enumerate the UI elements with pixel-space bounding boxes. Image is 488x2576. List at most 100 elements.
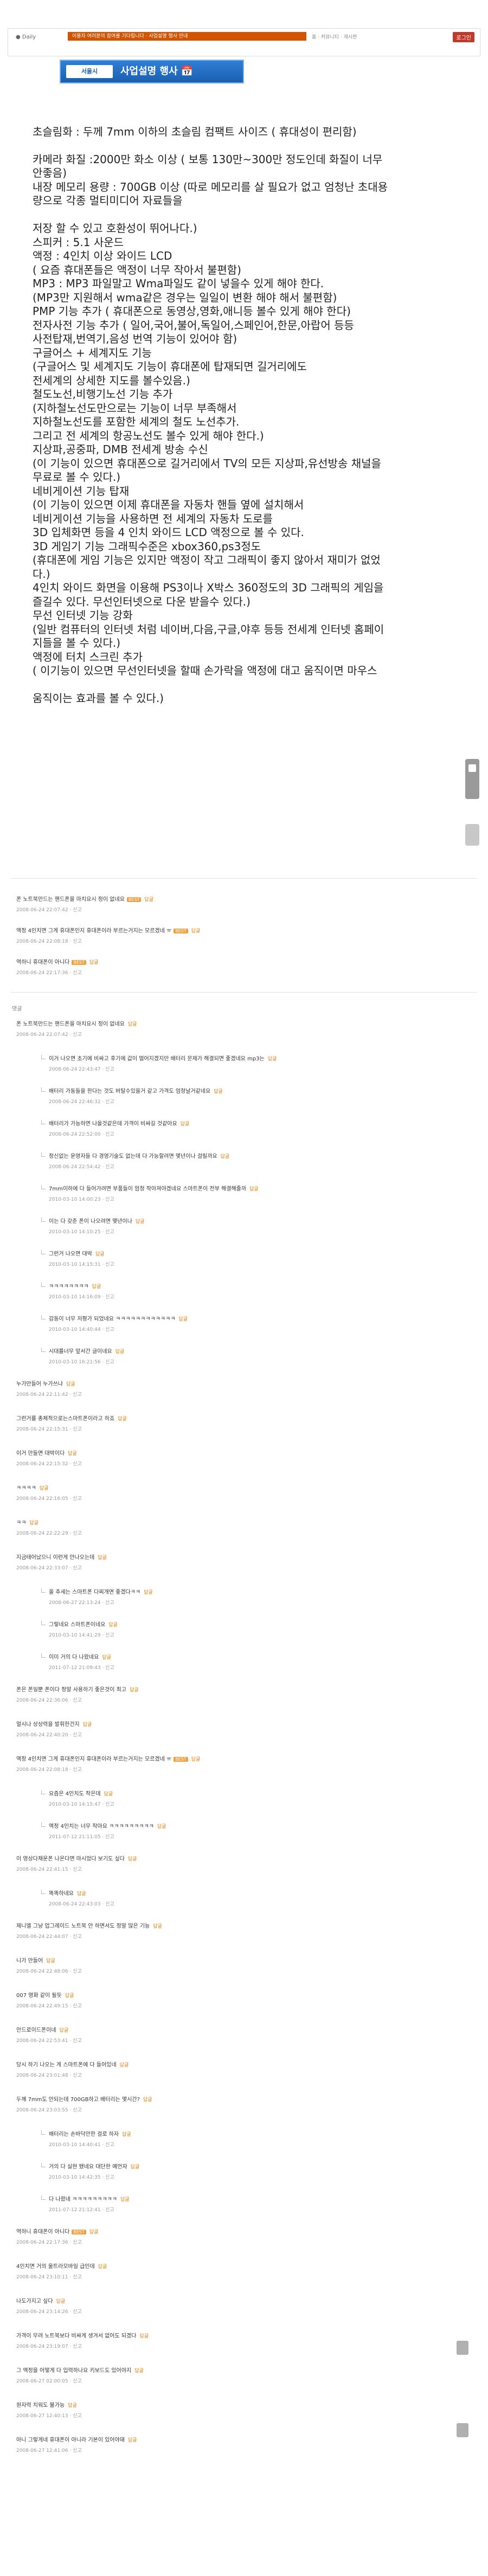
comment-meta: 2008-06-24 22:17:36 · 신고: [16, 2240, 82, 2245]
comment-body: 안드로이드폰이네: [16, 2027, 56, 2033]
reply-link[interactable]: 답글: [120, 2063, 129, 2068]
comment-text: 시대를너무 앞서간 글이네요 답글: [49, 1347, 472, 1355]
reply-link[interactable]: 답글: [143, 2097, 152, 2103]
reply-link[interactable]: 답글: [120, 2197, 130, 2203]
comment-meta: 2008-06-24 22:43:03 · 신고: [49, 1902, 114, 1907]
comment-text: 그런거를 총체적으로는스마트폰이라고 하죠 답글: [16, 1414, 472, 1422]
reply-link[interactable]: 답글: [179, 1317, 188, 1322]
comment-item: 가격이 무려 노트북보다 비싸게 생겨서 없어도 되겠다 답글 2008-06-24…: [16, 2331, 472, 2349]
reply-link[interactable]: 답글: [89, 2230, 99, 2235]
post-line: (휴대폰에 게임 기능은 있지만 액정이 작고 그래픽이 좋지 않아서 재미가 …: [33, 553, 381, 566]
reply-link[interactable]: 답글: [181, 1122, 190, 1127]
comment-meta: 2008-06-24 22:15:32 · 신고: [16, 1461, 82, 1467]
comment-body: 아니 그렇게네 휴대폰이 아니라 기본이 있어야돼: [16, 2437, 125, 2443]
side-menu-button[interactable]: [465, 824, 479, 846]
comment-item: 액정 4인치면 그게 휴대폰인지 휴대폰이라 부르는거지는 모르겠네 ㅠ BEST…: [16, 1754, 472, 1773]
reply-link[interactable]: 답글: [131, 2165, 140, 2170]
reply-link[interactable]: 답글: [98, 1555, 107, 1561]
login-button[interactable]: 로그인: [453, 32, 474, 42]
reply-link[interactable]: 답글: [139, 2334, 149, 2339]
comment-body: 누가만들어 누가쓰냐: [16, 1381, 63, 1387]
reply-link[interactable]: 답글: [65, 1993, 74, 1999]
best-badge: BEST: [174, 929, 188, 933]
reply-link[interactable]: 답글: [134, 2368, 144, 2374]
reply-item: 똑똑하네요 답글 2008-06-24 22:43:03 · 신고: [41, 1889, 472, 1907]
reply-link[interactable]: 답글: [40, 1486, 49, 1491]
comment-item: 당시 하기 나오는 게 스마트폰에 다 들어있네 답글 2008-06-24 23:…: [16, 2060, 472, 2078]
top-ad-banner[interactable]: 이용자 여러분의 참여를 기다립니다 · 사업설명 행사 안내: [68, 32, 306, 41]
reply-link[interactable]: 답글: [29, 1521, 38, 1526]
reply-link[interactable]: 답글: [108, 1622, 118, 1628]
reply-link[interactable]: 답글: [153, 1924, 162, 1929]
reply-link[interactable]: 답글: [68, 1451, 77, 1457]
comment-item: 얼시나 상상력을 발휘한건지 답글 2008-06-24 22:40:20 · 신고: [16, 1720, 472, 1738]
post-line: (구글어스 및 세계지도 기능이 휴대폰에 탑재되면 길거리에도: [33, 360, 307, 373]
scroll-button[interactable]: [457, 2341, 468, 2355]
comment-meta: 2008-06-24 23:10:11 · 신고: [16, 2275, 82, 2280]
comment-item: 안드로이드폰이네 답글 2008-06-24 22:53:41 · 신고: [16, 2025, 472, 2044]
comment-body: 이거 나오면 초기에 비싸고 후기에 값이 떨어지겠지만 배터리 문제가 해결되…: [49, 1056, 265, 1062]
comment-text: 역하니 휴대폰이 아니다 BEST 답글: [16, 2227, 472, 2235]
comment-body: 007 영화 같이 될듯: [16, 1993, 62, 1999]
post-line: 즐길수 있다. 무선인터넷으로 다운 받을수 있다.): [33, 595, 251, 608]
reply-link[interactable]: 답글: [118, 1416, 127, 1422]
comment-meta: 2008-06-24 22:08:18 · 신고: [16, 939, 82, 944]
reply-arrow-icon: [41, 1621, 46, 1625]
reply-link[interactable]: 답글: [56, 2299, 66, 2304]
comment-body: 역하니 휴대폰이 아니다: [16, 2229, 70, 2235]
comment-meta: 2010-03-10 14:40:41 · 신고: [49, 2142, 114, 2148]
post-line: MP3 : MP3 파일말고 Wma파일도 같이 넣을수 있게 해야 한다.: [33, 277, 324, 290]
reply-link[interactable]: 답글: [221, 1154, 230, 1160]
reply-link[interactable]: 답글: [249, 1187, 259, 1192]
reply-arrow-icon: [41, 1120, 46, 1124]
reply-link[interactable]: 답글: [92, 1284, 101, 1290]
comment-body: 두께 7mm도 안되는데 700GB하고 배터리는 몇시간?: [16, 2097, 140, 2103]
reply-link[interactable]: 답글: [128, 1857, 137, 1862]
reply-link[interactable]: 답글: [128, 2438, 137, 2443]
comment-meta: 2008-06-27 12:41:06 · 신고: [16, 2448, 82, 2453]
reply-link[interactable]: 답글: [157, 1824, 166, 1830]
reply-link[interactable]: 답글: [66, 1382, 75, 1387]
reply-link[interactable]: 답글: [144, 897, 153, 903]
reply-link[interactable]: 답글: [128, 1022, 137, 1027]
comment-body: 올 추세는 스마트폰 다찌개면 좋겠다ㅋㅋ: [49, 1589, 141, 1595]
comment-body: 배터리 가동들을 한다는 것도 버탈수있을거 같고 가격도 엄청날거같네요: [49, 1089, 211, 1094]
reply-link[interactable]: 답글: [60, 2028, 69, 2033]
comment-meta: 2010-03-10 14:42:35 · 신고: [49, 2175, 114, 2180]
reply-item: 감동이 너무 저평가 되었네요 ㅋㅋㅋㅋㅋㅋㅋㅋㅋㅋㅋㅋ 답글 2010-03-10…: [41, 1314, 472, 1332]
reply-link[interactable]: 답글: [83, 1722, 92, 1728]
reply-link[interactable]: 답글: [98, 2264, 107, 2270]
reply-link[interactable]: 답글: [136, 1219, 145, 1225]
reply-link[interactable]: 답글: [115, 1349, 125, 1355]
comment-meta: 2008-06-24 22:49:15 · 신고: [16, 2004, 82, 2009]
reply-link[interactable]: 답글: [95, 1252, 105, 1257]
top-nav[interactable]: 홈 · 커뮤니티 · 게시판: [312, 33, 357, 40]
comment-body: 요즘은 4인치도 작은데: [49, 1791, 101, 1797]
reply-link[interactable]: 답글: [268, 1057, 277, 1062]
comment-meta: 2008-06-27 02:00:05 · 신고: [16, 2379, 82, 2384]
comment-body: 액정 4인치면 그게 휴대폰인지 휴대폰이라 부르는거지는 모르겠네 ㅠ: [16, 928, 172, 934]
event-banner[interactable]: 서울시 사업설명 행사 📅: [60, 60, 244, 83]
comment-meta: 2008-06-24 22:07:42 · 신고: [16, 907, 82, 913]
scroll-top-button[interactable]: [465, 759, 479, 799]
banner-text: 사업설명 행사 📅: [120, 66, 194, 77]
reply-link[interactable]: 답글: [191, 1757, 201, 1762]
reply-link[interactable]: 답글: [104, 1792, 113, 1797]
reply-link[interactable]: 답글: [122, 2132, 131, 2137]
reply-link[interactable]: 답글: [68, 2403, 77, 2408]
reply-item: 이거 나오면 초기에 비싸고 후기에 값이 떨어지겠지만 배터리 문제가 해결되…: [41, 1054, 472, 1072]
comment-item: 이거 만들면 대박이다 답글 2008-06-24 22:15:32 · 신고: [16, 1448, 472, 1467]
reply-link[interactable]: 답글: [46, 1959, 55, 1964]
reply-link[interactable]: 답글: [144, 1590, 153, 1595]
comment-text: 나도가지고 싶다 답글: [16, 2296, 472, 2304]
reply-link[interactable]: 답글: [89, 960, 99, 965]
reply-link[interactable]: 답글: [130, 1688, 139, 1693]
post-line: 량으로 각종 멀티미디어 자료들을: [33, 194, 183, 207]
comment-meta: 2008-06-24 22:07:42 · 신고: [16, 1032, 82, 1038]
reply-link[interactable]: 답글: [102, 1655, 111, 1660]
scroll-button[interactable]: [457, 2423, 468, 2437]
reply-link[interactable]: 답글: [77, 1891, 86, 1897]
reply-link[interactable]: 답글: [191, 929, 201, 934]
site-tab[interactable]: ● Daily: [16, 34, 36, 40]
reply-link[interactable]: 답글: [214, 1089, 223, 1094]
